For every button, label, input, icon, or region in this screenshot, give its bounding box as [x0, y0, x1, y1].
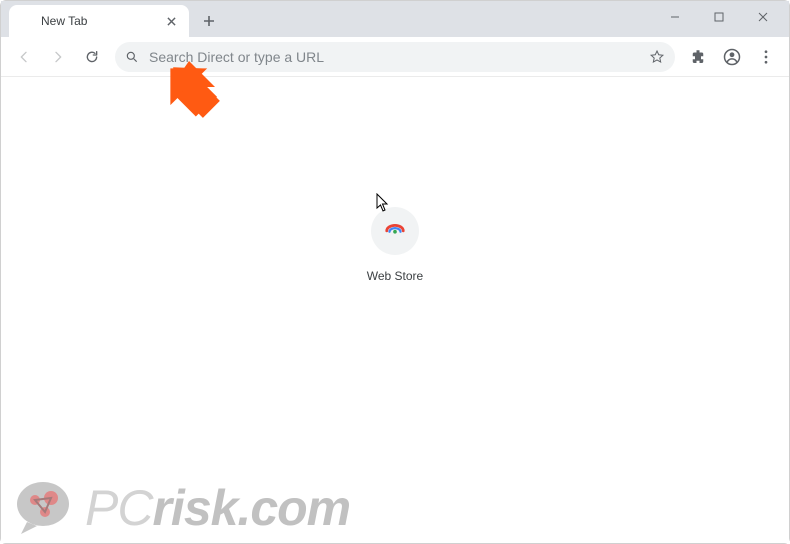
browser-toolbar [1, 37, 789, 77]
bookmark-star-icon[interactable] [649, 49, 665, 65]
reload-button[interactable] [77, 42, 107, 72]
extensions-button[interactable] [683, 42, 713, 72]
window-close-button[interactable] [741, 2, 785, 32]
back-button[interactable] [9, 42, 39, 72]
window-minimize-button[interactable] [653, 2, 697, 32]
menu-button[interactable] [751, 42, 781, 72]
address-bar[interactable] [115, 42, 675, 72]
shortcut-web-store[interactable]: Web Store [345, 207, 445, 283]
profile-button[interactable] [717, 42, 747, 72]
address-input[interactable] [149, 49, 649, 65]
forward-button[interactable] [43, 42, 73, 72]
tab-favicon [19, 14, 33, 28]
browser-tab[interactable]: New Tab [9, 5, 189, 37]
new-tab-button[interactable] [195, 7, 223, 35]
shortcut-label: Web Store [345, 269, 445, 283]
shortcut-tile [371, 207, 419, 255]
window-controls [653, 1, 785, 33]
search-icon [125, 50, 139, 64]
tab-close-button[interactable] [163, 13, 179, 29]
tab-title: New Tab [41, 14, 163, 28]
window-maximize-button[interactable] [697, 2, 741, 32]
new-tab-page: Web Store [1, 77, 789, 543]
tab-strip: New Tab [1, 1, 789, 37]
web-store-icon [384, 218, 406, 245]
